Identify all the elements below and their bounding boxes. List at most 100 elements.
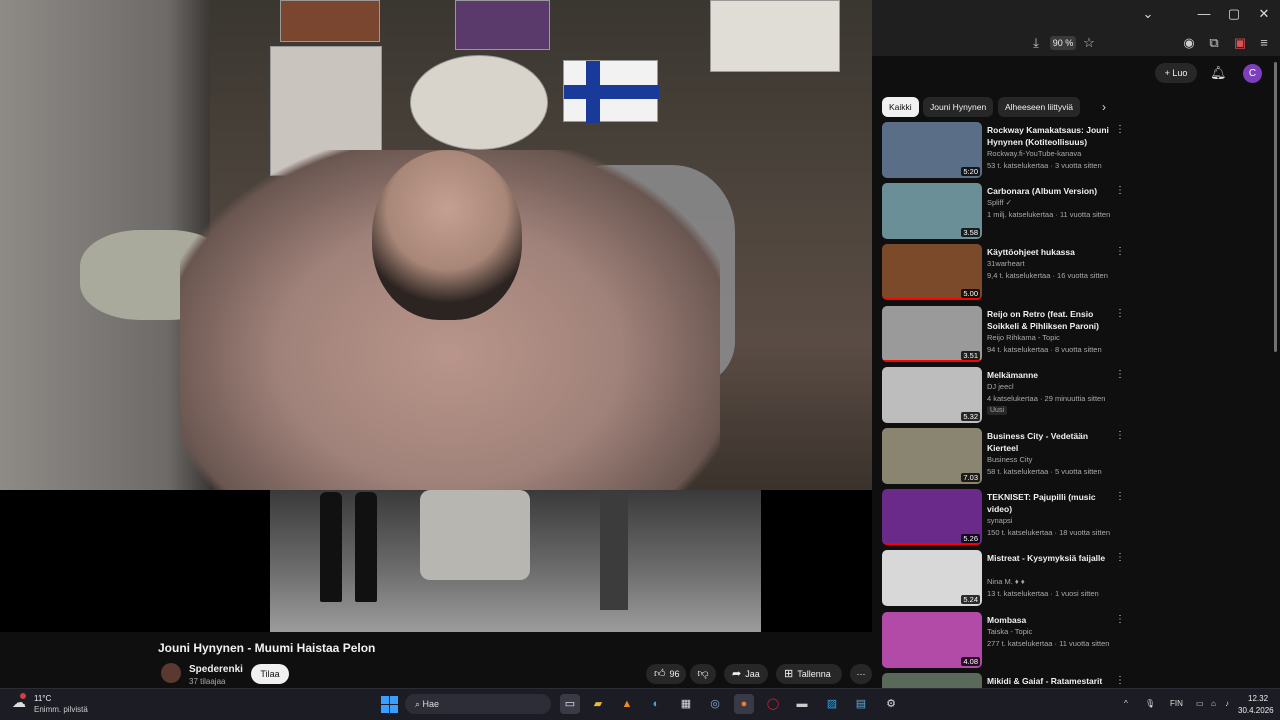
video-thumbnail[interactable]: 5:20 xyxy=(882,122,982,178)
settings-icon[interactable]: ⚙ xyxy=(881,694,901,714)
addon-icon[interactable]: ▣ xyxy=(1232,35,1248,51)
recommendation-title[interactable]: Mikidi & Gaiaf - Ratamestarit xyxy=(987,675,1115,687)
scrollbar[interactable] xyxy=(1274,62,1277,352)
recommendation-title[interactable]: Melkämanne xyxy=(987,369,1115,381)
chevron-right-icon[interactable]: › xyxy=(1102,100,1106,114)
file-explorer-icon[interactable]: ▰ xyxy=(588,694,608,714)
recommendation-channel[interactable]: DJ jeecl xyxy=(987,382,1014,391)
recommendation-item[interactable]: 5.24 Mistreat - Kysymyksiä faijalle Nina M… xyxy=(881,550,1141,608)
more-vert-icon[interactable]: ⋮ xyxy=(1115,552,1125,563)
microphone-icon[interactable]: 🎙︎ xyxy=(1145,699,1155,708)
taskbar-search[interactable]: ⌕ Hae xyxy=(405,694,551,714)
recommendation-channel[interactable]: Reijo Rihkama - Topic xyxy=(987,333,1060,342)
video-player[interactable] xyxy=(0,0,872,632)
recommendation-item[interactable]: 7.03 Business City - Vedetään Kierteel Bus… xyxy=(881,428,1141,486)
chip-related[interactable]: Alheeseen liittyviä xyxy=(998,97,1081,117)
more-actions-button[interactable]: ⋯ xyxy=(850,664,872,684)
recommendation-item[interactable]: 4.08 Mombasa Taiska - Topic 277 t. katseluk… xyxy=(881,611,1141,670)
recommendation-item[interactable]: 3.51 Reijo on Retro (feat. Ensio Soikkeli… xyxy=(881,305,1141,364)
more-vert-icon[interactable]: ⋮ xyxy=(1115,491,1125,502)
recommendation-item[interactable]: 5.32 Melkämanne DJ jeecl 4 katselukertaa · … xyxy=(881,366,1141,425)
clock-date[interactable]: 30.4.2026 xyxy=(1238,706,1274,715)
recommendation-title[interactable]: Rockway Kamakatsaus: Jouni Hynynen (Koti… xyxy=(987,124,1115,148)
recommendation-channel[interactable]: Rockway.fi-YouTube-kanava xyxy=(987,149,1081,158)
clock-time[interactable]: 12.32 xyxy=(1248,694,1268,703)
recommendation-channel[interactable]: Spliff ✓ xyxy=(987,198,1012,207)
weather-temperature[interactable]: 11°C xyxy=(34,694,51,703)
recommendation-item[interactable]: 5.26 TEKNISET: Pajupilli (music video) syn… xyxy=(881,489,1141,547)
task-view-icon[interactable]: ▭ xyxy=(560,694,580,714)
video-gutter xyxy=(0,490,270,632)
language-indicator[interactable]: FIN xyxy=(1170,699,1183,708)
share-button[interactable]: ➦ Jaa xyxy=(724,664,768,684)
recommendation-item[interactable]: 5.00 Käyttöohjeet hukassa 31warheart 9,4 t.… xyxy=(881,244,1141,302)
chevron-down-icon[interactable]: ⌄ xyxy=(1138,6,1158,24)
recommendation-title[interactable]: Käyttöohjeet hukassa xyxy=(987,246,1115,258)
video-thumbnail[interactable]: 5.24 xyxy=(882,550,982,607)
video-thumbnail[interactable]: 5.00 xyxy=(882,244,982,301)
chip-jouni-hynynen[interactable]: Jouni Hynynen xyxy=(923,97,994,117)
maximize-icon[interactable]: ▢ xyxy=(1224,6,1244,24)
recommendation-title[interactable]: TEKNISET: Pajupilli (music video) xyxy=(987,491,1115,515)
account-icon[interactable]: ◉ xyxy=(1181,35,1197,51)
download-icon[interactable]: ⤓ xyxy=(1028,35,1044,51)
recommendation-item[interactable]: 3.58 Carbonara (Album Version) Spliff ✓ 1 m… xyxy=(881,183,1141,241)
more-vert-icon[interactable]: ⋮ xyxy=(1115,430,1125,441)
network-icon[interactable]: ⌂ xyxy=(1211,699,1216,708)
create-button[interactable]: + Luo xyxy=(1155,63,1197,83)
more-vert-icon[interactable]: ⋮ xyxy=(1115,308,1125,319)
more-vert-icon[interactable]: ⋮ xyxy=(1115,369,1125,380)
recommendation-title[interactable]: Reijo on Retro (feat. Ensio Soikkeli & P… xyxy=(987,308,1115,332)
recommendation-title[interactable]: Business City - Vedetään Kierteel xyxy=(987,430,1115,454)
steam-icon[interactable]: ◎ xyxy=(705,694,725,714)
video-thumbnail[interactable]: 3.58 xyxy=(882,183,982,240)
more-vert-icon[interactable]: ⋮ xyxy=(1115,124,1125,135)
close-icon[interactable]: ✕ xyxy=(1254,6,1274,24)
zoom-indicator[interactable]: 90 % xyxy=(1050,36,1076,50)
vlc-icon[interactable]: ▲ xyxy=(617,694,637,714)
recommendation-channel[interactable]: synapsi xyxy=(987,516,1012,525)
subscribe-button[interactable]: Tilaa xyxy=(251,664,289,684)
channel-avatar[interactable] xyxy=(161,663,181,683)
edge-icon[interactable]: ◐ xyxy=(646,694,666,714)
chip-all[interactable]: Kaikki xyxy=(882,97,919,117)
video-thumbnail[interactable]: 7.03 xyxy=(882,428,982,484)
video-thumbnail[interactable]: 5.32 xyxy=(882,366,982,423)
more-vert-icon[interactable]: ⋮ xyxy=(1115,675,1125,686)
recommendation-title[interactable]: Mistreat - Kysymyksiä faijalle xyxy=(987,552,1115,564)
video-thumbnail[interactable]: 3.51 xyxy=(882,305,982,362)
terminal-icon[interactable]: ▬ xyxy=(792,694,812,714)
notifications-bell-icon[interactable]: 🔔︎ xyxy=(1210,65,1227,81)
recommendation-title[interactable]: Carbonara (Album Version) xyxy=(987,185,1115,197)
firefox-icon[interactable]: ● xyxy=(734,694,754,714)
windows-start-icon[interactable] xyxy=(381,696,398,713)
photos-icon[interactable]: ▨ xyxy=(822,694,842,714)
more-vert-icon[interactable]: ⋮ xyxy=(1115,185,1125,196)
save-button[interactable]: ⊞ Tallenna xyxy=(776,664,842,684)
bookmark-star-icon[interactable]: ☆ xyxy=(1081,35,1097,51)
video-thumbnail[interactable]: 4.08 xyxy=(882,611,982,668)
recommendation-item[interactable]: 5:20 Rockway Kamakatsaus: Jouni Hynynen (… xyxy=(881,122,1141,180)
dislike-button[interactable]: 👎︎ xyxy=(690,664,716,684)
like-button[interactable]: 👍︎ 96 xyxy=(646,664,686,684)
user-avatar[interactable]: C xyxy=(1243,64,1262,83)
volume-icon[interactable]: ♪ xyxy=(1225,699,1229,708)
app-icon[interactable]: ▤ xyxy=(851,694,871,714)
more-vert-icon[interactable]: ⋮ xyxy=(1115,614,1125,625)
store-icon[interactable]: ▦ xyxy=(676,694,696,714)
opera-icon[interactable]: ◯ xyxy=(763,694,783,714)
show-hidden-icons[interactable]: ^ xyxy=(1124,699,1128,708)
video-thumbnail[interactable]: 5.26 xyxy=(882,489,982,546)
recommendation-title[interactable]: Mombasa xyxy=(987,614,1115,626)
channel-name[interactable]: Spederenki xyxy=(189,664,243,675)
recommendation-channel[interactable]: Business City xyxy=(987,455,1032,464)
extensions-icon[interactable]: ⧉ xyxy=(1206,35,1222,51)
recommendation-channel[interactable]: 31warheart xyxy=(987,259,1025,268)
minimize-icon[interactable]: — xyxy=(1194,6,1214,24)
monitor-icon[interactable]: ▭ xyxy=(1196,699,1204,708)
recommendation-channel[interactable]: Taiska - Topic xyxy=(987,627,1032,636)
menu-icon[interactable]: ≡ xyxy=(1256,35,1272,51)
more-vert-icon[interactable]: ⋮ xyxy=(1115,246,1125,257)
weather-description[interactable]: Enimm. pilvistä xyxy=(34,705,88,714)
recommendation-channel[interactable]: Nina M. ♦ ♦ xyxy=(987,577,1025,586)
